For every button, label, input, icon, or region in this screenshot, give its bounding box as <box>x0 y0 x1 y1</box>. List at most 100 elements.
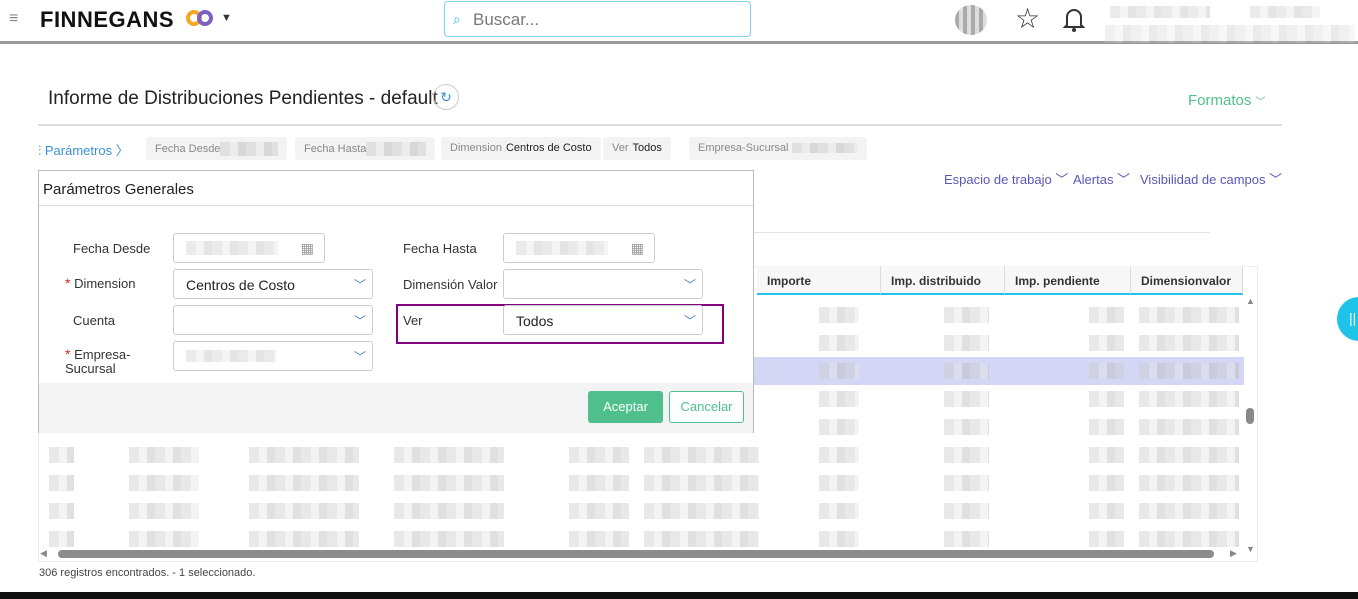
redacted-cell <box>129 447 199 463</box>
chip-dimension[interactable]: Dimension Centros de Costo <box>441 137 601 160</box>
dialog-footer: Aceptar Cancelar <box>39 383 753 433</box>
top-bar: ≡ FINNEGANS ▼ ⌕ Buscar... ☆ <box>0 0 1358 44</box>
alerts-dropdown[interactable]: Alertas ﹀ <box>1073 169 1130 188</box>
fecha-hasta-input[interactable]: ▦ <box>503 233 655 263</box>
redacted-cell <box>819 503 859 519</box>
dimension-valor-select[interactable]: ﹀ <box>503 269 703 299</box>
chip-empresa[interactable]: Empresa-Sucursal <box>689 137 868 160</box>
taskbar <box>0 592 1358 599</box>
fecha-desde-input[interactable]: ▦ <box>173 233 325 263</box>
divider <box>750 232 1210 233</box>
search-icon: ⌕ <box>453 11 461 27</box>
chip-label: Fecha Hasta <box>304 142 367 155</box>
redacted-cell <box>1089 475 1124 491</box>
redacted-cell <box>1139 391 1239 407</box>
parametros-toggle[interactable]: ⫶ Parámetros 〉 <box>38 140 129 159</box>
empresa-select[interactable]: ﹀ <box>173 341 373 371</box>
redacted-cell <box>394 503 504 519</box>
formatos-dropdown[interactable]: Formatos ﹀ <box>1188 92 1266 109</box>
redacted-cell <box>249 475 359 491</box>
redacted-cell <box>394 531 504 547</box>
apps-icon[interactable] <box>955 5 987 35</box>
ver-label: Ver <box>403 313 423 328</box>
redacted-cell <box>49 531 74 547</box>
accept-button[interactable]: Aceptar <box>588 391 663 423</box>
redacted-cell <box>569 531 629 547</box>
redacted-cell <box>1139 503 1239 519</box>
cancel-button[interactable]: Cancelar <box>669 391 744 423</box>
table-row[interactable] <box>39 497 1244 525</box>
column-header-imp-pendiente[interactable]: Imp. pendiente <box>1005 266 1131 295</box>
redacted-cell <box>249 531 359 547</box>
redacted-cell <box>1089 503 1124 519</box>
dimension-label: Dimension <box>74 276 136 291</box>
redacted-cell <box>944 475 989 491</box>
ver-value: Todos <box>516 313 554 329</box>
workspace-label: Espacio de trabajo <box>944 172 1052 187</box>
redacted-cell <box>1089 335 1124 351</box>
redacted-cell <box>249 503 359 519</box>
column-header-dimensionvalor[interactable]: Dimensionvalor <box>1131 266 1243 295</box>
user-name[interactable] <box>1110 6 1210 18</box>
chip-fecha-hasta[interactable]: Fecha Hasta <box>295 137 436 160</box>
search-input[interactable]: ⌕ Buscar... <box>444 1 751 37</box>
empresa-label: Empresa-Sucursal <box>65 347 131 376</box>
column-header-imp-distribuido[interactable]: Imp. distribuido <box>881 266 1005 295</box>
redacted-cell <box>49 503 74 519</box>
dialog-title: Parámetros Generales <box>43 181 194 198</box>
scroll-thumb[interactable] <box>1246 408 1254 424</box>
star-icon[interactable]: ☆ <box>1015 2 1040 35</box>
logo-infinity-icon <box>186 9 214 27</box>
redacted-cell <box>819 307 859 323</box>
chevron-down-icon: ﹀ <box>683 314 696 328</box>
scroll-thumb[interactable] <box>58 550 1214 558</box>
bell-icon[interactable] <box>1062 6 1086 32</box>
menu-icon[interactable]: ≡ <box>9 10 18 28</box>
calendar-icon[interactable]: ▦ <box>631 240 644 257</box>
cuenta-select[interactable]: ﹀ <box>173 305 373 335</box>
redacted-cell <box>944 447 989 463</box>
redacted-cell <box>129 531 199 547</box>
redacted-cell <box>644 475 759 491</box>
redacted-cell <box>569 447 629 463</box>
brand-logo[interactable]: FINNEGANS <box>40 7 174 33</box>
table-row[interactable] <box>39 441 1244 469</box>
redacted-cell <box>944 335 989 351</box>
workspace-dropdown[interactable]: Espacio de trabajo ﹀ <box>944 169 1068 188</box>
divider <box>38 124 1282 126</box>
chip-value: Centros de Costo <box>505 142 592 154</box>
side-panel-toggle[interactable]: || <box>1337 297 1358 341</box>
calendar-icon[interactable]: ▦ <box>301 240 314 257</box>
redacted-cell <box>819 475 859 491</box>
refresh-button[interactable]: ↻ <box>433 84 459 110</box>
chip-value: Todos <box>632 142 662 154</box>
column-header-importe[interactable]: Importe <box>757 266 881 295</box>
redacted-cell <box>944 503 989 519</box>
company-name[interactable] <box>1250 6 1320 18</box>
redacted-cell <box>569 503 629 519</box>
redacted-cell <box>49 447 74 463</box>
redacted-cell <box>1089 447 1124 463</box>
redacted-cell <box>1139 335 1239 351</box>
redacted-cell <box>644 503 759 519</box>
redacted-cell <box>1089 391 1124 407</box>
dimension-valor-label: Dimensión Valor <box>403 277 498 292</box>
chip-fecha-desde[interactable]: Fecha Desde <box>146 137 288 160</box>
chip-label: Ver <box>612 142 629 154</box>
redacted-cell <box>1139 419 1239 435</box>
redacted-cell <box>644 447 759 463</box>
horizontal-scrollbar[interactable]: ◀ ▶ <box>40 548 1240 560</box>
formatos-label: Formatos <box>1188 92 1252 109</box>
redacted-cell <box>49 475 74 491</box>
brand-dropdown-icon[interactable]: ▼ <box>221 12 232 24</box>
visibility-dropdown[interactable]: Visibilidad de campos ﹀ <box>1140 169 1282 188</box>
redacted-cell <box>1139 447 1239 463</box>
chevron-down-icon: ﹀ <box>353 314 366 328</box>
redacted-cell <box>1089 363 1124 379</box>
table-row[interactable] <box>39 469 1244 497</box>
dimension-select[interactable]: Centros de Costo ﹀ <box>173 269 373 299</box>
redacted-cell <box>394 447 504 463</box>
ver-select[interactable]: Todos ﹀ <box>503 305 703 335</box>
chip-ver[interactable]: Ver Todos <box>603 137 671 160</box>
vertical-scrollbar[interactable]: ▲ ▼ <box>1244 296 1258 554</box>
